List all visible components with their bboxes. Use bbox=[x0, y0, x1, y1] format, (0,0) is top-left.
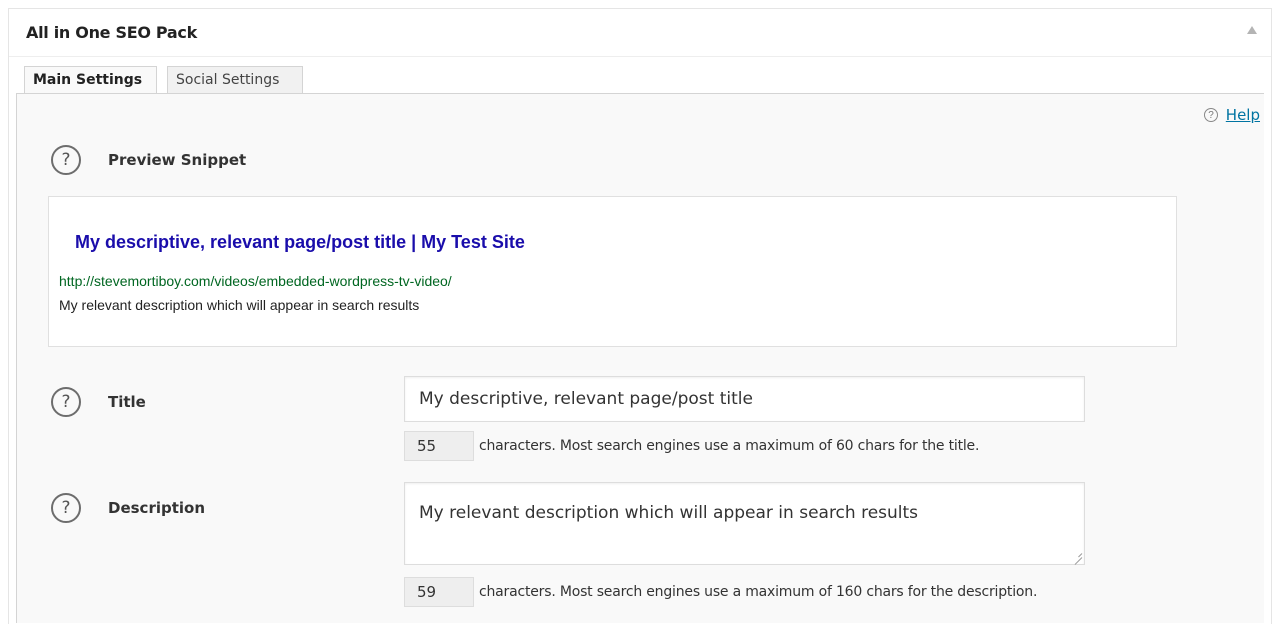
preview-snippet-help-icon[interactable]: ? bbox=[51, 145, 81, 175]
description-char-count: 59 bbox=[404, 577, 474, 607]
help-link[interactable]: Help bbox=[1226, 106, 1260, 124]
snippet-description: My relevant description which will appea… bbox=[59, 297, 420, 313]
title-char-count: 55 bbox=[404, 431, 474, 461]
help-question-icon: ? bbox=[1204, 108, 1218, 122]
description-label: Description bbox=[108, 499, 206, 517]
snippet-url: http://stevemortiboy.com/videos/embedded… bbox=[59, 273, 452, 289]
collapse-arrow-icon[interactable] bbox=[1247, 26, 1257, 34]
tab-social-settings[interactable]: Social Settings bbox=[167, 66, 303, 94]
snippet-title: My descriptive, relevant page/post title… bbox=[75, 232, 525, 252]
description-char-count-text: characters. Most search engines use a ma… bbox=[479, 584, 1038, 600]
description-textarea[interactable]: My relevant description which will appea… bbox=[404, 482, 1085, 565]
preview-snippet-label: Preview Snippet bbox=[108, 151, 247, 169]
title-label: Title bbox=[108, 393, 146, 411]
preview-snippet-box: My descriptive, relevant page/post title… bbox=[48, 196, 1177, 347]
title-char-count-text: characters. Most search engines use a ma… bbox=[479, 438, 980, 454]
title-input[interactable] bbox=[404, 376, 1085, 422]
title-help-icon[interactable]: ? bbox=[51, 387, 81, 417]
metabox-title: All in One SEO Pack bbox=[26, 23, 197, 42]
tab-main-settings[interactable]: Main Settings bbox=[24, 66, 157, 95]
textarea-resize-grip-icon[interactable] bbox=[1072, 551, 1082, 561]
description-help-icon[interactable]: ? bbox=[51, 493, 81, 523]
metabox-header[interactable]: All in One SEO Pack bbox=[9, 9, 1271, 57]
